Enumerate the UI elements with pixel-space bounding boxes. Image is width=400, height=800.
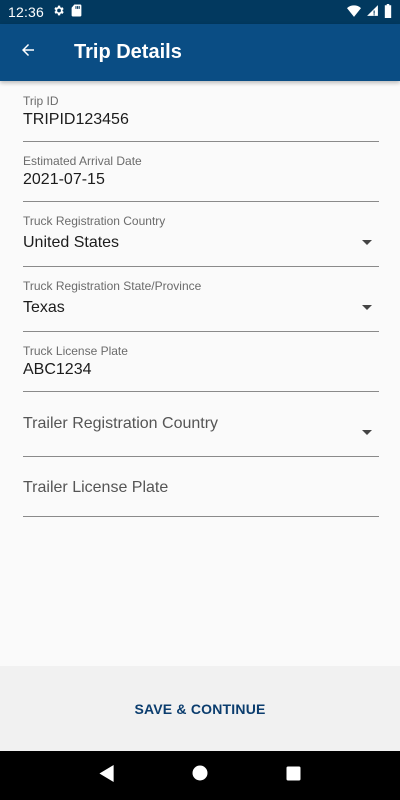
- truck-country-dropdown[interactable]: Truck Registration Country United States: [23, 202, 379, 267]
- trip-id-field[interactable]: Trip ID TRIPID123456: [23, 81, 379, 142]
- truck-state-dropdown[interactable]: Truck Registration State/Province Texas: [23, 267, 379, 332]
- sd-card-icon: [71, 4, 82, 20]
- signal-icon: [366, 4, 379, 20]
- status-bar: 12:36: [0, 0, 400, 24]
- arrow-left-icon: [19, 41, 37, 64]
- battery-icon: [384, 3, 392, 21]
- save-continue-button[interactable]: SAVE & CONTINUE: [114, 691, 285, 727]
- arrival-date-label: Estimated Arrival Date: [23, 154, 142, 168]
- arrival-date-field[interactable]: Estimated Arrival Date 2021-07-15: [23, 142, 379, 202]
- circle-home-icon: [192, 765, 208, 786]
- page-title: Trip Details: [74, 41, 182, 63]
- dropdown-arrow-icon[interactable]: [362, 305, 372, 310]
- wifi-icon: [347, 4, 361, 20]
- nav-recents-button[interactable]: [273, 756, 313, 796]
- truck-plate-value[interactable]: ABC1234: [23, 361, 92, 379]
- gear-icon: [52, 4, 65, 20]
- nav-back-button[interactable]: [87, 756, 127, 796]
- triangle-back-icon: [99, 764, 115, 787]
- trailer-plate-placeholder[interactable]: Trailer License Plate: [23, 479, 168, 497]
- trip-id-label: Trip ID: [23, 94, 59, 108]
- arrival-date-value[interactable]: 2021-07-15: [23, 171, 105, 189]
- truck-state-label: Truck Registration State/Province: [23, 279, 202, 293]
- dropdown-arrow-icon[interactable]: [362, 430, 372, 435]
- status-time: 12:36: [8, 4, 45, 20]
- trailer-plate-field[interactable]: Trailer License Plate: [23, 457, 379, 517]
- truck-country-label: Truck Registration Country: [23, 214, 166, 228]
- truck-country-value[interactable]: United States: [23, 234, 119, 252]
- trailer-country-dropdown[interactable]: Trailer Registration Country: [23, 392, 379, 457]
- back-button[interactable]: [0, 25, 56, 81]
- square-recents-icon: [286, 766, 301, 786]
- trailer-country-placeholder[interactable]: Trailer Registration Country: [23, 415, 218, 433]
- dropdown-arrow-icon[interactable]: [362, 240, 372, 245]
- nav-home-button[interactable]: [180, 756, 220, 796]
- system-nav-bar: [0, 751, 400, 800]
- bottom-action-panel: SAVE & CONTINUE: [0, 666, 400, 751]
- app-bar: Trip Details: [0, 24, 400, 81]
- truck-plate-label: Truck License Plate: [23, 344, 128, 358]
- truck-state-value[interactable]: Texas: [23, 299, 65, 317]
- truck-plate-field[interactable]: Truck License Plate ABC1234: [23, 332, 379, 392]
- trip-id-value[interactable]: TRIPID123456: [23, 111, 129, 129]
